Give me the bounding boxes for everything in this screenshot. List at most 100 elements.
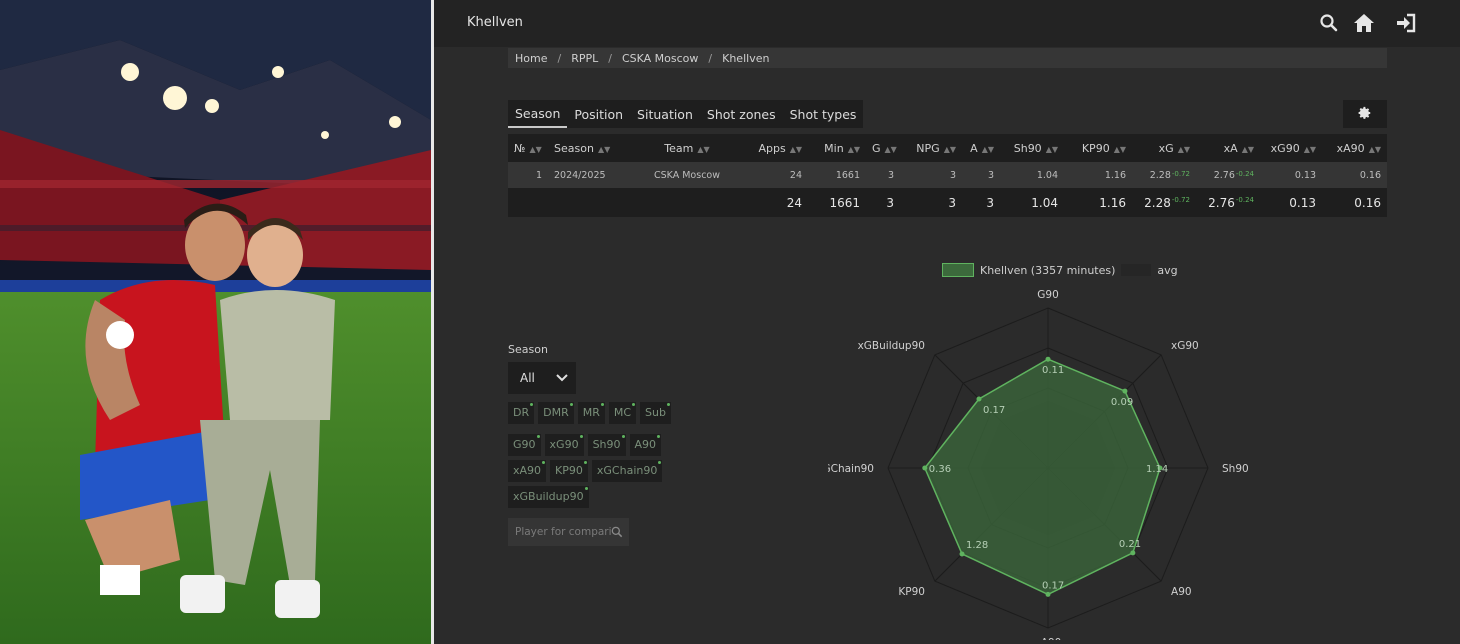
column-header-kp90[interactable]: KP90 ▲▼ — [1064, 142, 1132, 155]
radar-axis-label: Sh90 — [1222, 463, 1249, 475]
radar-point — [922, 465, 928, 471]
legend-swatch-avg[interactable] — [1121, 264, 1152, 276]
column-header-sh90[interactable]: Sh90 ▲▼ — [1000, 142, 1064, 155]
radar-axis-label: xG90 — [1171, 340, 1199, 352]
total-min: 1661 — [829, 195, 860, 210]
chip-position[interactable]: MC — [608, 402, 637, 424]
radar-value-label: 0.11 — [1042, 365, 1064, 376]
breadcrumb-separator: / — [608, 51, 612, 65]
tab-shot-zones[interactable]: Shot zones — [700, 100, 783, 128]
cell-sh90: 1.04 — [1036, 169, 1058, 181]
total-xa: 2.76-0.24 — [1208, 195, 1254, 210]
stat-chips: G90 xG90 Sh90 A90 xA90 KP90 xGChain90 xG… — [508, 434, 698, 508]
tab-season[interactable]: Season — [508, 100, 568, 128]
cell-apps: 24 — [789, 169, 802, 181]
radar-player-area — [923, 358, 1161, 596]
column-header-a[interactable]: A ▲▼ — [962, 142, 1000, 155]
radar-value-label: 1.14 — [1146, 464, 1168, 475]
chip-stat[interactable]: G90 — [508, 434, 541, 456]
cell-g: 3 — [887, 169, 894, 181]
chip-position[interactable]: DMR — [538, 402, 574, 424]
cell-xa90: 0.16 — [1359, 169, 1381, 181]
column-header-min[interactable]: Min ▲▼ — [808, 142, 866, 155]
cell-kp90: 1.16 — [1104, 169, 1126, 181]
total-xg90: 0.13 — [1289, 195, 1316, 210]
total-xg: 2.28-0.72 — [1144, 195, 1190, 210]
table-row[interactable]: 1 2024/2025 CSKA Moscow 24 1661 3 3 3 1.… — [508, 162, 1387, 188]
breadcrumb-team[interactable]: CSKA Moscow — [622, 52, 698, 65]
stats-tabs: Season Position Situation Shot zones Sho… — [508, 100, 864, 128]
stats-app: Khellven Home / RPPL / CSKA Moscow / Khellv… — [434, 0, 1460, 644]
table-header-row: № ▲▼ Season ▲▼ Team ▲▼ Apps ▲▼ Min ▲▼ G ▲▼ NPG… — [508, 134, 1387, 162]
cell-a: 3 — [987, 169, 994, 181]
column-header-xg90[interactable]: xG90 ▲▼ — [1260, 142, 1322, 155]
legend-label-avg[interactable]: avg — [1157, 264, 1177, 277]
chip-position[interactable]: Sub — [640, 402, 671, 424]
search-icon — [610, 525, 624, 542]
radar-point — [1122, 388, 1128, 394]
column-header-num[interactable]: № ▲▼ — [508, 142, 548, 155]
total-a: 3 — [986, 195, 994, 210]
cell-xa: 2.76-0.24 — [1213, 169, 1254, 181]
chip-position[interactable]: DR — [508, 402, 535, 424]
tab-situation[interactable]: Situation — [630, 100, 700, 128]
radar-axis-label: xGChain90 — [828, 463, 874, 475]
home-icon[interactable] — [1352, 11, 1376, 35]
total-apps: 24 — [786, 195, 802, 210]
compare-placeholder: Player for compari — [515, 526, 612, 538]
cell-team[interactable]: CSKA Moscow — [628, 170, 746, 181]
total-npg: 3 — [948, 195, 956, 210]
search-icon[interactable] — [1317, 11, 1341, 35]
breadcrumb-home[interactable]: Home — [515, 52, 547, 65]
breadcrumb-separator: / — [708, 51, 713, 65]
season-filter-label: Season — [508, 343, 548, 356]
chevron-down-icon — [556, 371, 568, 385]
total-g: 3 — [886, 195, 894, 210]
legend-swatch-player[interactable] — [942, 263, 974, 277]
radar-value-label: 1.28 — [966, 540, 988, 551]
cell-npg: 3 — [949, 169, 956, 181]
radar-value-label: 0.36 — [929, 464, 951, 475]
cell-xg: 2.28-0.72 — [1149, 169, 1190, 181]
total-kp90: 1.16 — [1099, 195, 1126, 210]
radar-axis-label: KP90 — [898, 586, 925, 598]
chip-stat[interactable]: xGChain90 — [591, 460, 663, 482]
season-select[interactable]: All — [508, 362, 576, 394]
cell-season: 2024/2025 — [554, 169, 606, 181]
column-header-xa90[interactable]: xA90 ▲▼ — [1322, 142, 1387, 155]
column-header-team[interactable]: Team ▲▼ — [628, 142, 746, 155]
column-header-xg[interactable]: xG ▲▼ — [1132, 142, 1196, 155]
column-header-npg[interactable]: NPG ▲▼ — [900, 142, 962, 155]
radar-value-label: 0.17 — [983, 405, 1005, 416]
column-header-apps[interactable]: Apps ▲▼ — [746, 142, 808, 155]
column-header-g[interactable]: G ▲▼ — [866, 142, 900, 155]
season-select-value: All — [520, 371, 535, 385]
chip-stat[interactable]: xGBuildup90 — [508, 486, 589, 508]
cell-num: 1 — [535, 169, 542, 181]
cell-min: 1661 — [835, 169, 860, 181]
app-title[interactable]: Khellven — [467, 15, 523, 30]
compare-player-input[interactable]: Player for compari — [508, 518, 629, 546]
breadcrumb-league[interactable]: RPPL — [571, 52, 598, 65]
login-icon[interactable] — [1394, 11, 1418, 35]
breadcrumb-separator: / — [557, 51, 562, 65]
chip-stat[interactable]: A90 — [629, 434, 662, 456]
radar-value-label: 0.17 — [1042, 580, 1064, 591]
chip-stat[interactable]: xG90 — [544, 434, 584, 456]
position-chips: DR DMR MR MC Sub — [508, 402, 708, 424]
chip-stat[interactable]: Sh90 — [587, 434, 626, 456]
legend-label-player[interactable]: Khellven (3357 minutes) — [980, 264, 1115, 277]
radar-value-label: 0.09 — [1111, 397, 1133, 408]
settings-button[interactable] — [1343, 100, 1387, 128]
tab-position[interactable]: Position — [567, 100, 630, 128]
radar-point — [1130, 550, 1136, 556]
tab-shot-types[interactable]: Shot types — [783, 100, 864, 128]
radar-point — [1045, 356, 1051, 362]
column-header-season[interactable]: Season ▲▼ — [548, 142, 628, 155]
chip-position[interactable]: MR — [577, 402, 605, 424]
chip-stat[interactable]: xA90 — [508, 460, 547, 482]
column-header-xa[interactable]: xA ▲▼ — [1196, 142, 1260, 155]
table-total-row: 24 1661 3 3 3 1.04 1.16 2.28-0.72 2.76-0… — [508, 188, 1387, 217]
chip-stat[interactable]: KP90 — [550, 460, 588, 482]
radar-axis-label: A90 — [1171, 586, 1192, 598]
